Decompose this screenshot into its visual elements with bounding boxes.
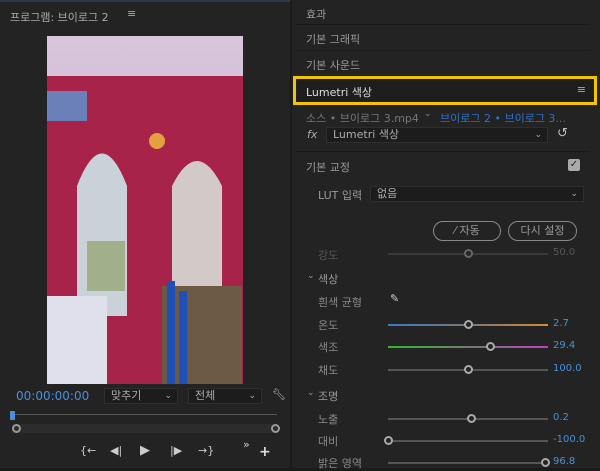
- slider-thumb[interactable]: [540, 458, 550, 467]
- chevron-down-icon[interactable]: ⌄: [307, 388, 315, 398]
- double-chevron-icon[interactable]: »: [243, 438, 250, 451]
- go-to-out-icon[interactable]: →}: [198, 444, 214, 457]
- slider-label: 노출: [318, 413, 339, 426]
- chevron-down-icon[interactable]: ⌄: [424, 109, 432, 119]
- slider-track[interactable]: [388, 414, 548, 423]
- play-icon[interactable]: ▶: [140, 443, 150, 458]
- chevron-down-icon: ⌄: [534, 130, 542, 140]
- lut-value: 없음: [377, 187, 398, 200]
- basic-correction-checkbox[interactable]: ✓: [568, 159, 580, 171]
- chevron-down-icon[interactable]: ⌄: [307, 271, 315, 281]
- lumetri-tab-label: Lumetri 색상: [306, 86, 373, 99]
- white-balance-label: 흰색 균형: [318, 296, 362, 309]
- sequence-clip-link[interactable]: 브이로그 2 • 브이로그 3...: [440, 110, 566, 126]
- slider-label: 밝은 영역: [318, 457, 362, 470]
- slider-thumb[interactable]: [464, 320, 473, 329]
- go-to-in-icon[interactable]: {←: [80, 444, 96, 457]
- slider-track[interactable]: [388, 365, 548, 374]
- slider-label: 온도: [318, 319, 339, 332]
- slider-track[interactable]: [388, 342, 548, 351]
- chevron-down-icon: ⌄: [248, 391, 256, 401]
- slider-value[interactable]: 0.2: [553, 412, 569, 423]
- tab-effects[interactable]: 효과: [306, 6, 326, 22]
- slider-thumb[interactable]: [464, 365, 473, 374]
- slider-thumb[interactable]: [464, 249, 473, 258]
- source-clip-selector[interactable]: 소스 • 브이로그 3.mp4: [306, 110, 419, 126]
- tab-essential-sound[interactable]: 기본 사운드: [306, 57, 360, 73]
- slider-track[interactable]: [388, 458, 550, 467]
- reset-button[interactable]: 다시 설정: [508, 221, 577, 241]
- zoom-bar[interactable]: [12, 424, 277, 433]
- slider-value[interactable]: 96.8: [553, 456, 575, 467]
- lut-dropdown[interactable]: 없음 ⌄: [370, 186, 584, 202]
- step-forward-icon[interactable]: |▶: [170, 444, 182, 457]
- basic-correction-header[interactable]: 기본 교정: [306, 159, 350, 175]
- quality-dropdown[interactable]: 전체 ⌄: [188, 388, 262, 404]
- effect-value: Lumetri 색상: [333, 128, 400, 141]
- slider-label: 채도: [318, 364, 339, 377]
- step-back-icon[interactable]: ◀|: [110, 444, 122, 457]
- fx-icon: fx: [307, 128, 318, 141]
- slider-label: 색조: [318, 341, 339, 354]
- slider-track[interactable]: [388, 320, 548, 329]
- zoom-handle-left[interactable]: [12, 424, 21, 433]
- lut-label: LUT 입력: [318, 189, 363, 202]
- video-frame: [47, 36, 243, 384]
- tab-essential-graphics[interactable]: 기본 그래픽: [306, 31, 360, 47]
- light-section-header[interactable]: 조명: [318, 388, 338, 404]
- auto-label: 자동: [459, 224, 480, 237]
- intensity-value[interactable]: 50.0: [553, 247, 575, 258]
- slider-thumb[interactable]: [384, 436, 393, 445]
- zoom-handle-right[interactable]: [271, 424, 280, 433]
- chevron-down-icon: ⌄: [570, 189, 578, 199]
- quality-value: 전체: [195, 389, 216, 402]
- chevron-down-icon: ⌄: [164, 391, 172, 401]
- intensity-slider[interactable]: [388, 249, 548, 258]
- effect-dropdown[interactable]: Lumetri 색상 ⌄: [326, 127, 548, 143]
- wrench-icon[interactable]: 🔧︎: [272, 388, 286, 401]
- slider-label: 대비: [318, 435, 339, 448]
- hamburger-icon[interactable]: ≡: [127, 7, 136, 20]
- fit-dropdown[interactable]: 맞추기 ⌄: [104, 388, 178, 404]
- timecode[interactable]: 00:00:00:00: [16, 389, 89, 403]
- plus-icon[interactable]: +: [259, 444, 271, 460]
- slider-value[interactable]: 100.0: [553, 363, 582, 374]
- time-ruler[interactable]: [12, 414, 277, 415]
- slider-value[interactable]: -100.0: [553, 434, 585, 445]
- slider-track[interactable]: [384, 436, 548, 445]
- slider-value[interactable]: 2.7: [553, 318, 569, 329]
- reset-effect-icon[interactable]: ↺: [557, 126, 568, 141]
- color-section-header[interactable]: 색상: [318, 271, 338, 287]
- program-monitor: 프로그램: 브이로그 2 ≡ 00:00:00:00 맞추기 ⌄ 전체 ⌄ 🔧︎ {…: [0, 0, 290, 468]
- hamburger-icon[interactable]: ≡: [577, 83, 586, 96]
- auto-button[interactable]: ⁄ 자동: [433, 221, 501, 241]
- fit-value: 맞추기: [111, 389, 142, 402]
- slider-value[interactable]: 29.4: [553, 340, 575, 351]
- tab-lumetri-color[interactable]: Lumetri 색상 ≡: [293, 76, 597, 105]
- intensity-label: 강도: [318, 249, 339, 262]
- program-title: 프로그램: 브이로그 2: [10, 11, 109, 24]
- eyedropper-icon[interactable]: ✎: [390, 292, 399, 305]
- playhead[interactable]: [10, 411, 15, 420]
